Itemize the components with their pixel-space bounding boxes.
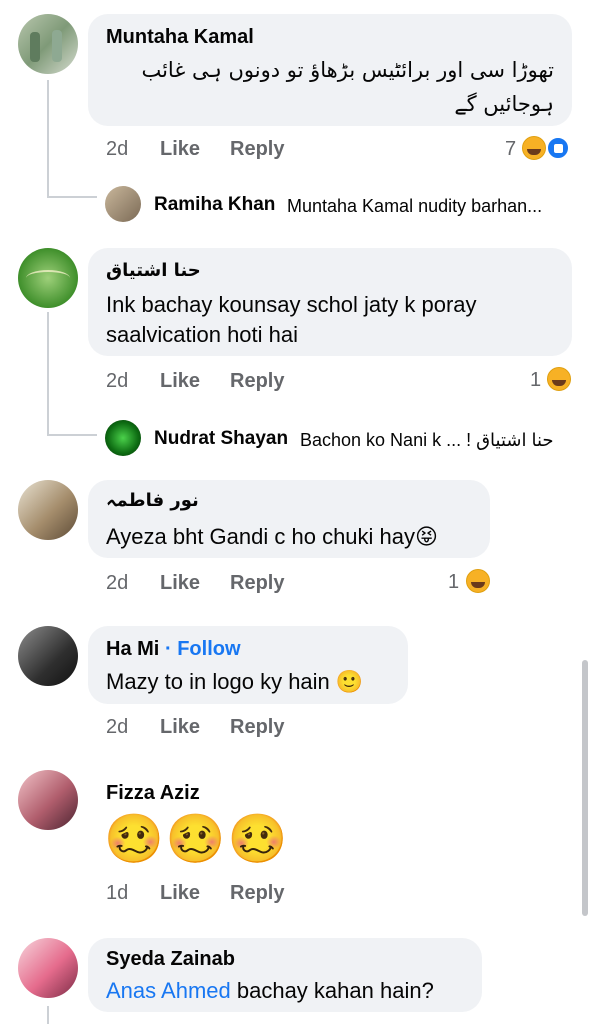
haha-reaction-icon <box>522 136 546 160</box>
thread-line <box>47 312 49 436</box>
comment-text: Ayeza bht Gandi c ho chuki hay😝 <box>106 524 438 549</box>
reaction-count[interactable]: 7 <box>505 138 516 161</box>
follow-link[interactable]: · Follow <box>165 638 241 661</box>
reaction-count[interactable]: 1 <box>448 571 459 594</box>
reply-author[interactable]: Ramiha Khan <box>154 194 275 216</box>
reply-author[interactable]: Nudrat Shayan <box>154 428 288 450</box>
like-reaction-icon <box>546 136 570 160</box>
comment-text: saalvication hoti hai <box>106 322 299 347</box>
avatar[interactable] <box>105 186 141 222</box>
avatar[interactable] <box>105 420 141 456</box>
reaction-count[interactable]: 1 <box>530 369 541 392</box>
reply-preview[interactable]: Bachon ko Nani k ... ! حنا اشتیاق <box>300 430 554 451</box>
comment-text: Mazy to in logo ky hain 🙂 <box>106 669 364 694</box>
comment-time: 2d <box>106 716 129 738</box>
comment-time: 2d <box>106 572 129 594</box>
like-button[interactable]: Like <box>160 882 200 905</box>
like-button[interactable]: Like <box>160 138 200 161</box>
reply-button[interactable]: Reply <box>230 716 284 739</box>
reply-button[interactable]: Reply <box>230 138 284 161</box>
comment-time: 2d <box>106 138 129 160</box>
comment-text: تھوڑا سی اور برائٹیس بڑھاؤ تو دونوں ہی غ… <box>141 58 554 82</box>
avatar[interactable] <box>18 938 78 998</box>
comment-emojis: 🥴🥴🥴 <box>104 813 290 866</box>
reply-button[interactable]: Reply <box>230 572 284 595</box>
comment-text: Ink bachay kounsay schol jaty k poray <box>106 292 477 317</box>
comment-author[interactable]: حنا اشتیاق <box>106 260 201 281</box>
mention-link[interactable]: Anas Ahmed <box>106 978 231 1003</box>
comment-author[interactable]: نور فاطمہ <box>106 490 199 511</box>
avatar[interactable] <box>18 480 78 540</box>
thread-line <box>47 1006 49 1024</box>
comment-text: Anas Ahmed bachay kahan hain? <box>106 978 434 1004</box>
scrollbar[interactable] <box>582 660 588 916</box>
comment-author[interactable]: Syeda Zainab <box>106 948 235 971</box>
comment-time: 1d <box>106 882 129 904</box>
haha-reaction-icon <box>466 569 490 593</box>
comment-author[interactable]: Muntaha Kamal <box>106 26 254 49</box>
comment-author[interactable]: Ha Mi <box>106 638 159 661</box>
comment-time: 2d <box>106 370 129 392</box>
avatar[interactable] <box>18 626 78 686</box>
reply-button[interactable]: Reply <box>230 370 284 393</box>
like-button[interactable]: Like <box>160 572 200 595</box>
avatar[interactable] <box>18 14 78 74</box>
avatar[interactable] <box>18 770 78 830</box>
comment-text: ہوجائیں گے <box>454 92 554 116</box>
reply-button[interactable]: Reply <box>230 882 284 905</box>
like-button[interactable]: Like <box>160 716 200 739</box>
thread-line <box>47 196 97 198</box>
haha-reaction-icon <box>547 367 571 391</box>
comment-author[interactable]: Fizza Aziz <box>106 782 200 805</box>
thread-line <box>47 434 97 436</box>
like-button[interactable]: Like <box>160 370 200 393</box>
reply-preview[interactable]: Muntaha Kamal nudity barhan... <box>287 196 542 217</box>
comment-text-rest: bachay kahan hain? <box>230 978 434 1003</box>
thread-line <box>47 80 49 198</box>
avatar[interactable] <box>18 248 78 308</box>
